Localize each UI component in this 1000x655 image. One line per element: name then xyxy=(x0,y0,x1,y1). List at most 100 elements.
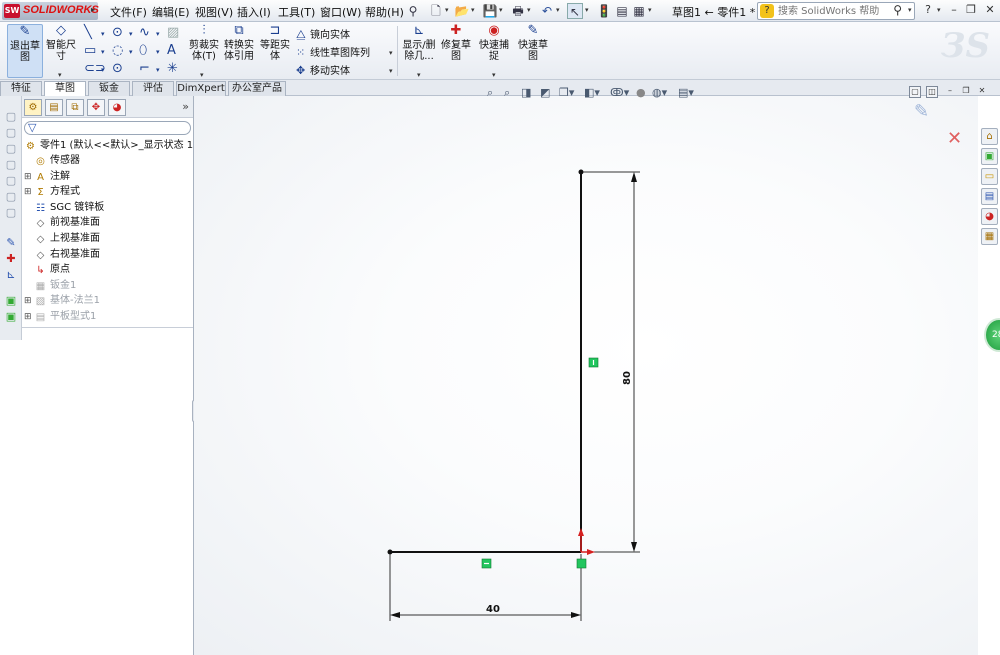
sketch-endpoint[interactable] xyxy=(578,169,584,175)
restore-button[interactable]: ❐ xyxy=(963,2,979,18)
tab-office-products[interactable]: 办公室产品 xyxy=(228,81,286,96)
view-cube-icon[interactable]: ▢ xyxy=(4,142,18,156)
chevron-down-icon[interactable]: ▾ xyxy=(156,27,160,41)
minimize-button[interactable]: – xyxy=(946,2,962,18)
ellipse-icon[interactable]: ⬯ xyxy=(139,44,147,58)
tree-item[interactable]: ◇ 右视基准面 xyxy=(24,247,100,262)
menu-file[interactable]: 文件(F) xyxy=(110,4,147,20)
chevron-down-icon[interactable]: ▾ xyxy=(445,6,449,14)
chevron-down-icon[interactable]: ▾ xyxy=(389,64,393,78)
tree-item[interactable]: ⊞ ▧ 基体-法兰1 xyxy=(24,293,100,308)
sketch-canvas[interactable]: 80 40 xyxy=(194,96,978,655)
property-manager-tab-icon[interactable]: ▤ xyxy=(45,99,63,116)
chevron-down-icon[interactable]: ▾ xyxy=(648,6,652,14)
menu-view[interactable]: 视图(V) xyxy=(195,4,233,20)
save-icon[interactable]: 💾 xyxy=(482,3,498,19)
view-cube-icon[interactable]: ▢ xyxy=(4,190,18,204)
design-library-icon[interactable]: ▣ xyxy=(981,148,998,165)
point-icon[interactable]: ✳ xyxy=(167,62,178,76)
graphics-area[interactable]: 80 40 xyxy=(194,96,978,655)
solidworks-logo[interactable]: SW SOLIDWORKS ▸ xyxy=(2,2,99,20)
options-icon[interactable]: ▦ xyxy=(631,3,647,19)
tree-filter-input[interactable]: ▽ xyxy=(24,121,191,135)
menu-help[interactable]: 帮助(H) xyxy=(365,4,404,20)
chevron-down-icon[interactable]: ▾ xyxy=(156,63,160,77)
viewport-close-icon[interactable]: ✕ xyxy=(976,86,988,98)
chevron-down-icon[interactable]: ▾ xyxy=(101,27,105,41)
tree-item[interactable]: ☷ SGC 镀锌板 xyxy=(24,200,104,215)
search-icon[interactable]: ⚲ xyxy=(893,3,902,17)
chevron-down-icon[interactable]: ▾ xyxy=(129,27,133,41)
dimension-vertical-value[interactable]: 80 xyxy=(622,371,633,385)
print-icon[interactable]: 🖶 xyxy=(510,3,526,19)
trim-entities-button[interactable]: ⫶ 剪裁实体(T) xyxy=(188,24,220,78)
viewport-restore-icon[interactable]: ❐ xyxy=(960,86,972,98)
arc-icon[interactable]: ◌ xyxy=(112,44,123,58)
expand-icon[interactable]: ⊞ xyxy=(24,170,34,185)
tab-features[interactable]: 特征 xyxy=(0,81,42,96)
previous-view-icon[interactable]: ◨ xyxy=(521,86,531,100)
chevron-down-icon[interactable]: ▾ xyxy=(156,45,160,59)
view-orientation-icon[interactable]: ❒▾ xyxy=(559,86,574,100)
open-folder-icon[interactable]: 📂 xyxy=(454,3,470,19)
menu-window[interactable]: 窗口(W) xyxy=(320,4,361,20)
view-cube-icon[interactable]: ▢ xyxy=(4,158,18,172)
convert-entities-button[interactable]: ⧉ 转换实体引用 xyxy=(222,24,256,78)
chevron-down-icon[interactable]: ▾ xyxy=(937,6,941,14)
view-palette-icon[interactable]: ▤ xyxy=(981,188,998,205)
rectangle-icon[interactable]: ▭ xyxy=(84,44,96,58)
tree-item[interactable]: ▦ 钣金1 xyxy=(24,278,77,293)
custom-properties-icon[interactable]: ▦ xyxy=(981,228,998,245)
text-box-icon[interactable]: ▨ xyxy=(167,26,179,40)
chevron-down-icon[interactable]: ▾ xyxy=(101,63,105,77)
feature-tree-tab-icon[interactable]: ⚙ xyxy=(24,99,42,116)
tree-item[interactable]: ◎ 传感器 xyxy=(24,153,80,168)
repair-icon[interactable]: ✚ xyxy=(4,252,18,266)
cancel-sketch-icon[interactable]: ✕ xyxy=(947,128,962,149)
chevron-right-icon[interactable]: » xyxy=(182,100,189,113)
expand-icon[interactable]: ⊞ xyxy=(24,294,34,309)
rapid-sketch-button[interactable]: ✎ 快速草图 xyxy=(516,24,550,78)
tab-sketch[interactable]: 草图 xyxy=(44,81,86,96)
configuration-manager-tab-icon[interactable]: ⧉ xyxy=(66,99,84,116)
tree-item[interactable]: ⊞ ▤ 平板型式1 xyxy=(24,309,96,324)
sketch-icon[interactable]: ✎ xyxy=(4,236,18,250)
viewport-minimize-icon[interactable]: – xyxy=(944,86,956,98)
chevron-down-icon[interactable]: ▾ xyxy=(129,45,133,59)
file-properties-icon[interactable]: ▤ xyxy=(614,3,630,19)
home-icon[interactable]: ⌂ xyxy=(981,128,998,145)
tab-evaluate[interactable]: 评估 xyxy=(132,81,174,96)
exit-sketch-button[interactable]: ✎ 退出草图 xyxy=(7,24,43,78)
zoom-to-fit-icon[interactable]: ⌕ xyxy=(487,86,493,100)
expand-icon[interactable]: ⊞ xyxy=(24,310,34,325)
line-icon[interactable]: ╲ xyxy=(84,26,92,40)
expand-icon[interactable]: ⊞ xyxy=(24,185,34,200)
chevron-down-icon[interactable]: ▾ xyxy=(585,6,589,14)
help-search[interactable]: ? ⚲ xyxy=(757,2,915,20)
select-cursor-icon[interactable]: ↖ xyxy=(567,3,583,19)
offset-entities-button[interactable]: ⊐ 等距实体 xyxy=(258,24,292,78)
chevron-down-icon[interactable]: ▾ xyxy=(499,6,503,14)
section-view-icon[interactable]: ◩ xyxy=(540,86,550,100)
dimension-horizontal-value[interactable]: 40 xyxy=(486,604,500,615)
exit-sketch-confirm-icon[interactable]: ✎ xyxy=(914,101,929,122)
chevron-down-icon[interactable]: ▾ xyxy=(389,46,393,60)
display-manager-tab-icon[interactable]: ◕ xyxy=(108,99,126,116)
pin-icon[interactable]: ⚲ xyxy=(405,3,421,19)
tree-item[interactable]: ⊞ A 注解 xyxy=(24,169,70,184)
tree-item[interactable]: ⊞ Σ 方程式 xyxy=(24,184,80,199)
relations-icon[interactable]: ⊾ xyxy=(4,268,18,282)
layer-icon[interactable]: ▣ xyxy=(4,294,18,308)
viewport-split-icon[interactable]: ◫ xyxy=(926,86,938,98)
chevron-down-icon[interactable]: ▾ xyxy=(101,45,105,59)
scene-icon[interactable]: ◍▾ xyxy=(652,86,667,100)
polygon-icon[interactable]: ⊙ xyxy=(112,62,123,76)
tree-item[interactable]: ↳ 原点 xyxy=(24,262,70,277)
layer-icon[interactable]: ▣ xyxy=(4,310,18,324)
circle-icon[interactable]: ⊙ xyxy=(112,26,123,40)
notification-badge[interactable]: 28 xyxy=(984,318,1000,352)
help-icon[interactable]: ? xyxy=(920,2,936,18)
display-style-icon[interactable]: ◧▾ xyxy=(584,86,600,100)
tab-sheet-metal[interactable]: 钣金 xyxy=(88,81,130,96)
search-input[interactable] xyxy=(778,4,890,18)
